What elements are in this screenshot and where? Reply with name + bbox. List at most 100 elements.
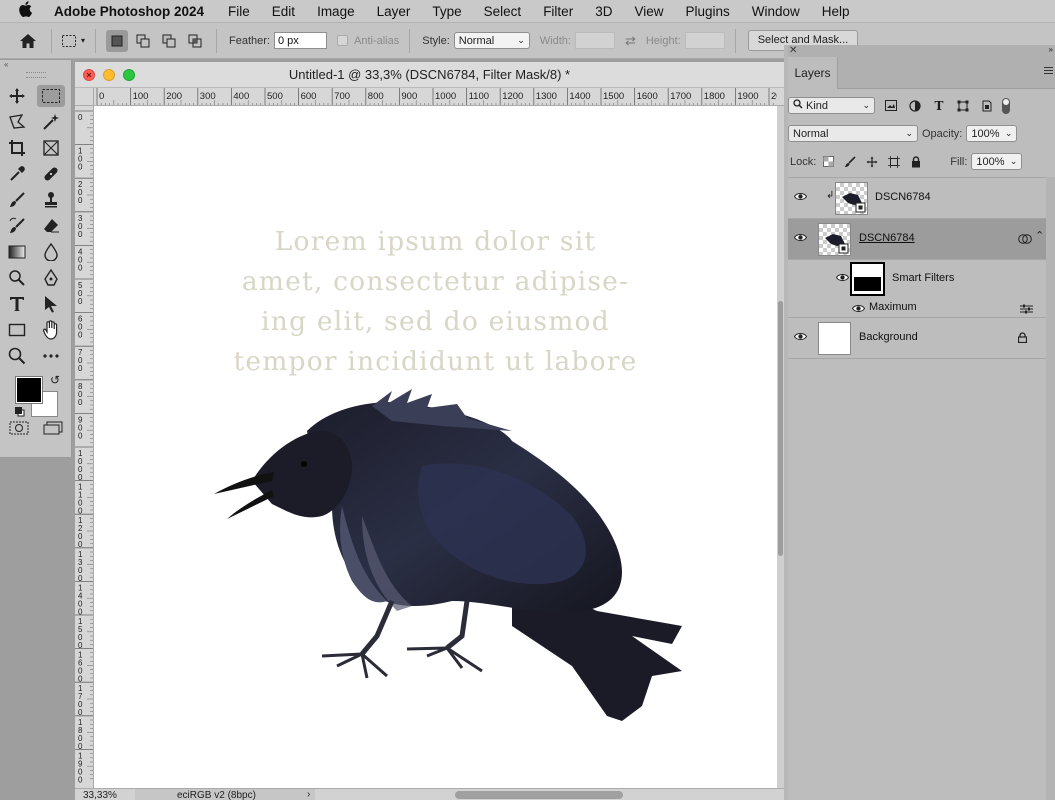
layer-thumbnail[interactable] bbox=[818, 322, 851, 355]
vertical-ruler[interactable]: 0 100 200 300 400 500 600 700 800 900 100011001200… bbox=[75, 106, 94, 788]
horizontal-ruler[interactable]: 0 100 200 300 400 500 600 700 800 900 1000 1100 1200… bbox=[94, 88, 784, 106]
history-brush-tool-icon[interactable] bbox=[3, 215, 31, 237]
width-input[interactable] bbox=[574, 32, 615, 49]
filter-row-maximum[interactable]: Maximum bbox=[788, 300, 1046, 318]
clone-stamp-tool-icon[interactable] bbox=[37, 189, 65, 211]
opacity-field[interactable]: 100% ⌄ bbox=[966, 125, 1018, 142]
menu-view[interactable]: View bbox=[634, 4, 663, 19]
ruler-origin[interactable] bbox=[75, 88, 94, 106]
vertical-scrollbar[interactable] bbox=[777, 106, 784, 788]
layer-name[interactable]: Background bbox=[859, 331, 918, 343]
layer-row-selected[interactable]: DSCN6784 ⌃ bbox=[788, 219, 1046, 260]
rectangular-marquee-tool-icon[interactable] bbox=[37, 85, 65, 107]
menu-type[interactable]: Type bbox=[432, 4, 461, 19]
status-menu-chevron-icon[interactable]: › bbox=[307, 789, 310, 800]
type-filter-icon[interactable]: T bbox=[933, 99, 945, 113]
collapse-toolbar-button[interactable]: « bbox=[0, 60, 71, 69]
swap-colors-icon[interactable]: ↺ bbox=[50, 373, 60, 387]
crop-tool-icon[interactable] bbox=[3, 137, 31, 159]
tab-layers[interactable]: Layers bbox=[788, 57, 838, 89]
smart-object-filter-icon[interactable] bbox=[981, 100, 993, 112]
horizontal-scrollbar-thumb[interactable] bbox=[455, 791, 623, 799]
filter-blending-options-icon[interactable] bbox=[1020, 304, 1033, 317]
feather-input[interactable] bbox=[273, 32, 327, 49]
spot-healing-tool-icon[interactable] bbox=[37, 163, 65, 185]
menu-window[interactable]: Window bbox=[752, 4, 800, 19]
shape-filter-icon[interactable] bbox=[957, 100, 969, 112]
home-icon[interactable] bbox=[17, 30, 39, 52]
lock-image-pixels-icon[interactable] bbox=[844, 155, 856, 168]
gradient-tool-icon[interactable] bbox=[3, 241, 31, 263]
menu-layer[interactable]: Layer bbox=[377, 4, 411, 19]
zoom-level[interactable]: 33,33% bbox=[83, 790, 117, 800]
path-selection-tool-icon[interactable] bbox=[37, 293, 65, 315]
lock-transparent-pixels-icon[interactable] bbox=[822, 156, 834, 168]
filter-name[interactable]: Maximum bbox=[869, 301, 917, 313]
visibility-eye-icon[interactable] bbox=[835, 273, 850, 285]
lock-position-icon[interactable] bbox=[866, 156, 878, 168]
hand-tool-icon[interactable] bbox=[37, 319, 65, 341]
panel-menu-icon[interactable] bbox=[1044, 67, 1053, 74]
menu-select[interactable]: Select bbox=[484, 4, 522, 19]
rectangle-tool-icon[interactable] bbox=[3, 319, 31, 341]
menu-help[interactable]: Help bbox=[822, 4, 850, 19]
visibility-eye-icon[interactable] bbox=[793, 192, 808, 204]
style-select[interactable]: Normal ⌄ bbox=[453, 32, 530, 49]
toolbar-grip[interactable] bbox=[25, 72, 46, 78]
blur-tool-icon[interactable] bbox=[37, 241, 65, 263]
layer-thumbnail[interactable] bbox=[835, 182, 868, 215]
chevron-down-icon[interactable]: ▾ bbox=[81, 36, 85, 45]
menu-3d[interactable]: 3D bbox=[595, 4, 612, 19]
smart-filters-row[interactable]: Smart Filters bbox=[788, 260, 1046, 300]
layer-name[interactable]: DSCN6784 bbox=[859, 232, 915, 244]
document-title-bar[interactable]: Untitled-1 @ 33,3% (DSCN6784, Filter Mas… bbox=[75, 62, 784, 88]
brush-tool-icon[interactable] bbox=[3, 189, 31, 211]
menu-filter[interactable]: Filter bbox=[543, 4, 573, 19]
menu-edit[interactable]: Edit bbox=[272, 4, 295, 19]
intersect-selection-icon[interactable] bbox=[184, 30, 206, 52]
collapse-panel-icon[interactable]: » bbox=[1049, 45, 1053, 54]
close-panel-icon[interactable]: ✕ bbox=[789, 45, 797, 56]
lock-icon[interactable] bbox=[1017, 332, 1028, 346]
more-tools-icon[interactable] bbox=[37, 345, 65, 367]
zoom-tool-icon[interactable] bbox=[3, 345, 31, 367]
pen-tool-icon[interactable] bbox=[37, 267, 65, 289]
move-tool-icon[interactable] bbox=[3, 85, 31, 107]
marquee-preset-icon[interactable] bbox=[58, 30, 80, 52]
collapse-effects-chevron-icon[interactable]: ⌃ bbox=[1035, 229, 1044, 242]
pixel-filter-icon[interactable] bbox=[885, 100, 897, 112]
apple-menu-icon[interactable] bbox=[18, 1, 36, 21]
menu-app-name[interactable]: Adobe Photoshop 2024 bbox=[54, 4, 204, 19]
smart-filters-label[interactable]: Smart Filters bbox=[892, 272, 954, 284]
height-input[interactable] bbox=[684, 32, 725, 49]
filter-kind-select[interactable]: Kind ⌄ bbox=[788, 97, 875, 114]
anti-alias-checkbox[interactable] bbox=[336, 35, 348, 46]
dodge-tool-icon[interactable] bbox=[3, 267, 31, 289]
filter-toggle-icon[interactable] bbox=[1002, 97, 1010, 114]
visibility-eye-icon[interactable] bbox=[793, 332, 808, 344]
fill-field[interactable]: 100% ⌄ bbox=[971, 153, 1023, 170]
lock-all-icon[interactable] bbox=[910, 155, 922, 168]
new-selection-icon[interactable] bbox=[106, 29, 129, 52]
swap-dimensions-icon[interactable]: ⇄ bbox=[625, 33, 636, 49]
type-tool-icon[interactable] bbox=[3, 293, 31, 315]
visibility-eye-icon[interactable] bbox=[793, 233, 808, 245]
default-colors-icon[interactable] bbox=[15, 407, 25, 417]
vertical-scrollbar-thumb[interactable] bbox=[778, 301, 783, 556]
foreground-color-swatch[interactable] bbox=[15, 376, 43, 404]
subtract-from-selection-icon[interactable] bbox=[158, 30, 180, 52]
layer-thumbnail[interactable] bbox=[818, 223, 851, 256]
eraser-tool-icon[interactable] bbox=[37, 215, 65, 237]
menu-plugins[interactable]: Plugins bbox=[685, 4, 729, 19]
add-to-selection-icon[interactable] bbox=[132, 30, 154, 52]
menu-image[interactable]: Image bbox=[317, 4, 355, 19]
adjustment-filter-icon[interactable] bbox=[909, 99, 921, 112]
visibility-eye-icon[interactable] bbox=[851, 304, 866, 316]
layer-row[interactable]: ↲ DSCN6784 bbox=[788, 178, 1046, 219]
quick-mask-icon[interactable] bbox=[9, 421, 29, 438]
magic-wand-tool-icon[interactable] bbox=[37, 111, 65, 133]
filter-mask-thumbnail[interactable] bbox=[850, 262, 885, 296]
layers-scrollbar[interactable] bbox=[1046, 177, 1055, 800]
prevent-autonest-icon[interactable] bbox=[888, 155, 901, 168]
screen-mode-icon[interactable] bbox=[43, 421, 63, 438]
